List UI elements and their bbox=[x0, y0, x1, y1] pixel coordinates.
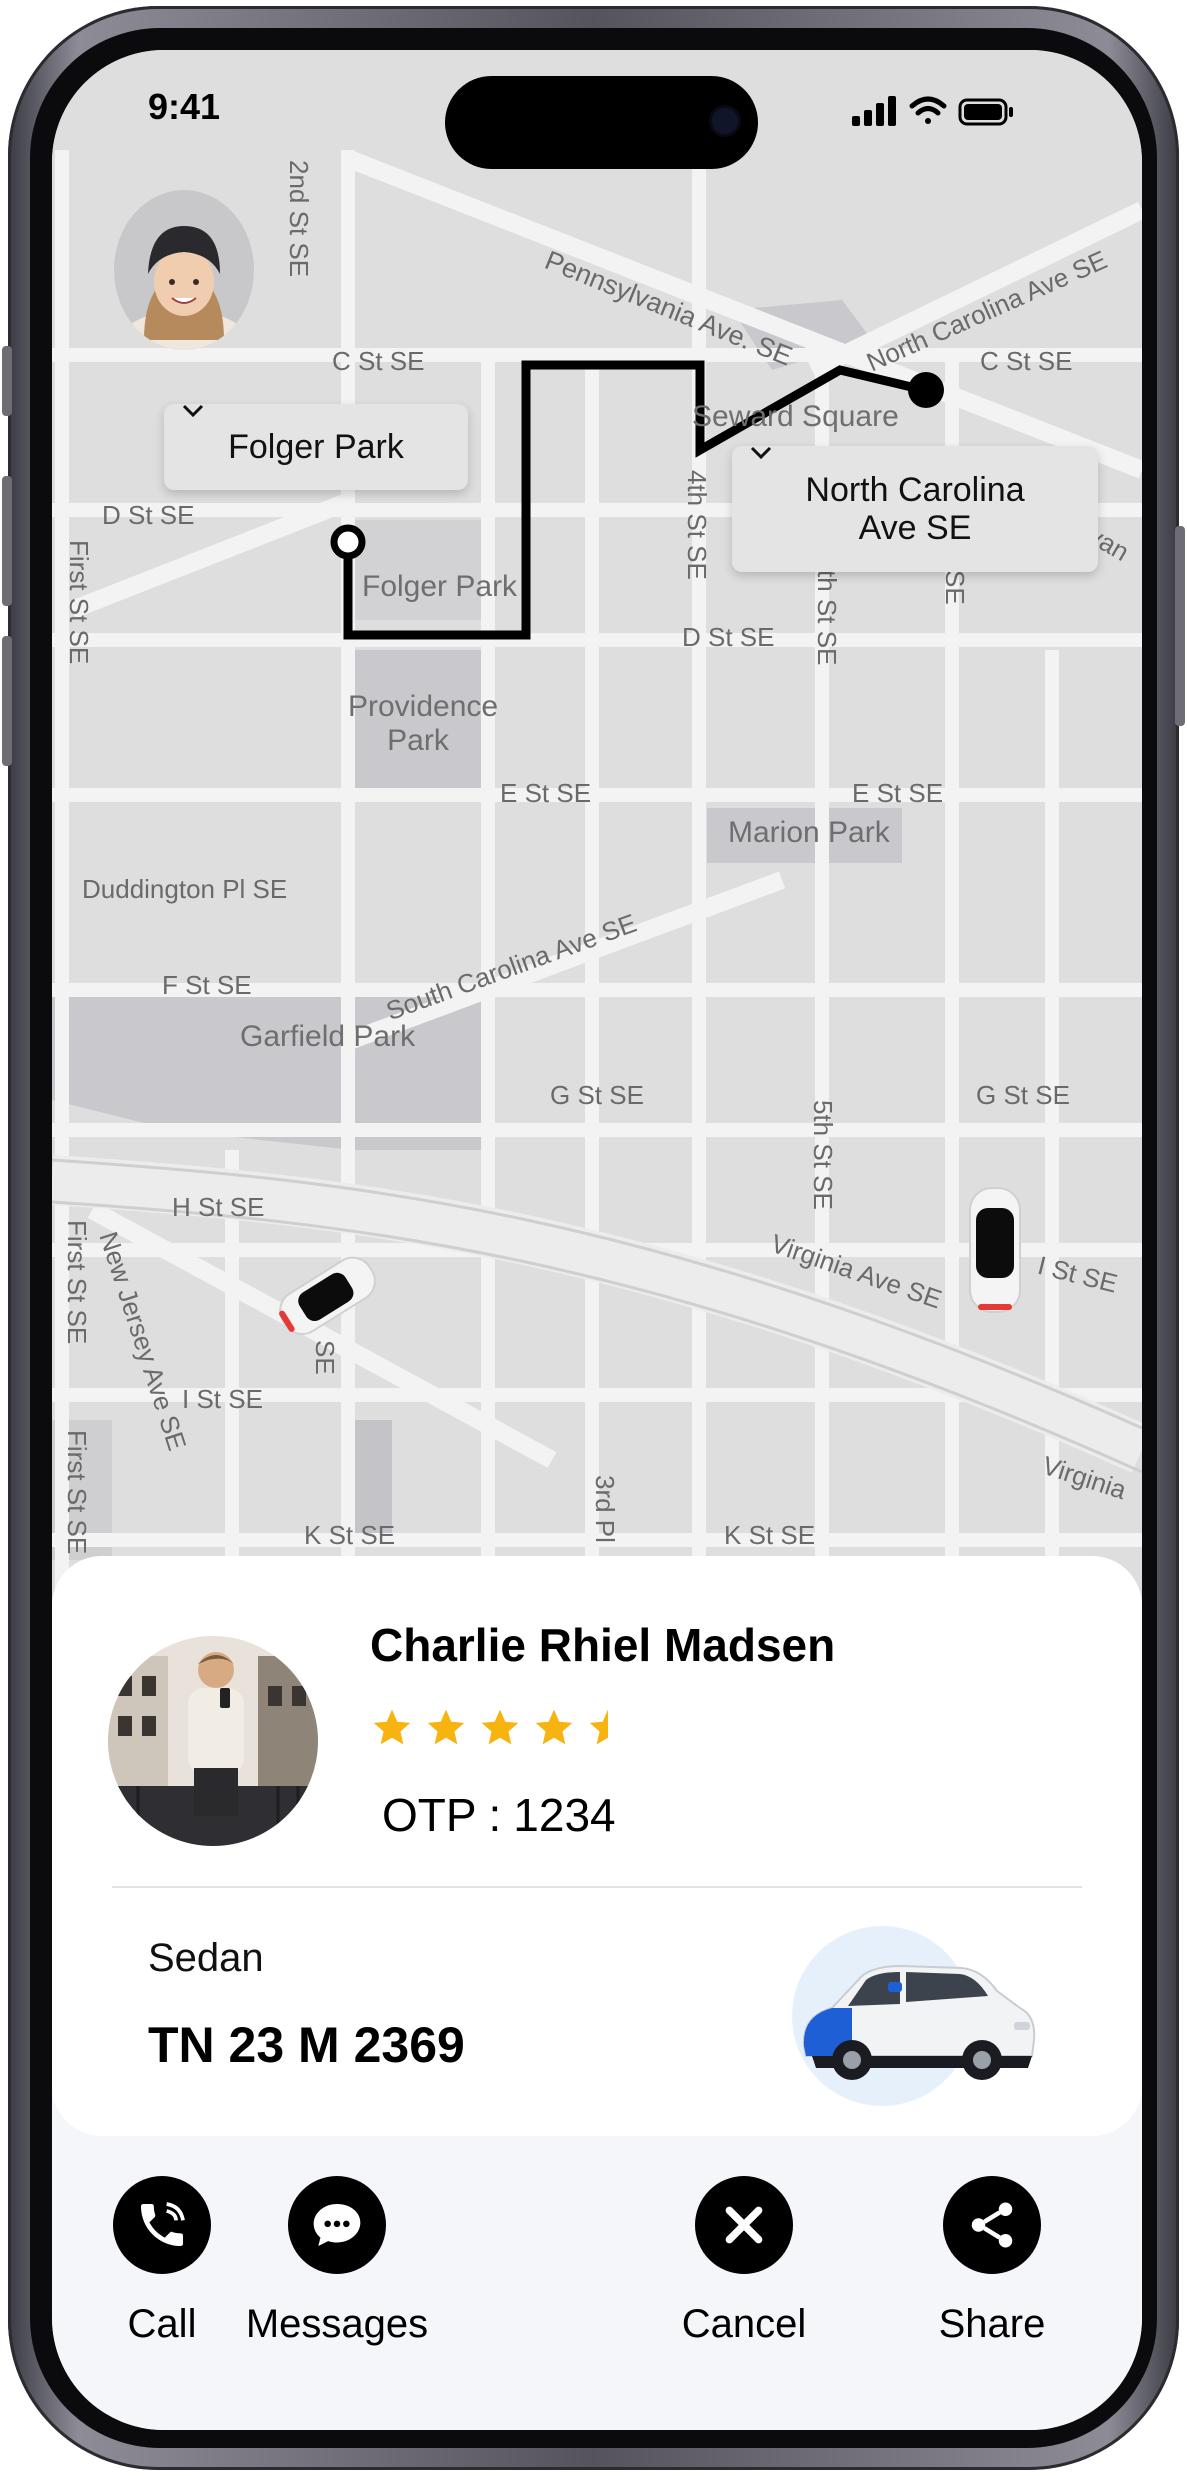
park-label: Marion Park bbox=[728, 816, 890, 849]
otp-value: 1234 bbox=[513, 1789, 616, 1841]
dropoff-location-label-line1: North Carolina bbox=[805, 471, 1025, 509]
close-icon bbox=[725, 2206, 763, 2244]
street-label: K St SE bbox=[304, 1520, 396, 1550]
message-icon bbox=[313, 2204, 361, 2246]
street-label: 3rd Pl bbox=[590, 1475, 620, 1543]
phone-frame: 2nd St SE Pennsylvania Ave. SE North Car… bbox=[2, 6, 1185, 2470]
share-button[interactable]: Share bbox=[912, 2176, 1072, 2347]
status-icons bbox=[852, 96, 1013, 126]
dropoff-location-label-line2: Ave SE bbox=[858, 509, 972, 547]
vehicle-plate: TN 23 M 2369 bbox=[148, 2017, 465, 2073]
driver-avatar[interactable] bbox=[108, 1636, 318, 1846]
street-label: 5th St SE bbox=[808, 1100, 838, 1210]
cancel-button[interactable]: Cancel bbox=[664, 2176, 824, 2347]
street-label: First St SE bbox=[62, 1220, 92, 1345]
street-label: SE bbox=[940, 570, 970, 605]
vehicle-illustration bbox=[792, 1926, 1036, 2106]
call-button-label: Call bbox=[127, 2302, 197, 2346]
signal-icon bbox=[852, 96, 896, 126]
street-label: SE bbox=[310, 1340, 340, 1375]
action-button bbox=[2, 346, 12, 416]
battery-icon bbox=[958, 98, 1013, 126]
street-label: Duddington Pl SE bbox=[82, 874, 288, 904]
vehicle-type: Sedan bbox=[148, 1936, 264, 1980]
driver-name: Charlie Rhiel Madsen bbox=[370, 1619, 836, 1671]
call-button[interactable]: Call bbox=[92, 2176, 232, 2347]
chevron-down-icon bbox=[750, 446, 772, 460]
dropoff-location-dropdown[interactable]: North Carolina Ave SE bbox=[732, 446, 1098, 572]
street-label: H St SE bbox=[172, 1192, 265, 1222]
dropoff-marker bbox=[908, 372, 944, 408]
share-icon bbox=[971, 2202, 1013, 2248]
street-label: 2nd St SE bbox=[284, 160, 314, 278]
power-button bbox=[1175, 526, 1185, 726]
share-button-circle bbox=[943, 2176, 1041, 2274]
phone-icon bbox=[141, 2202, 185, 2246]
cancel-button-label: Cancel bbox=[681, 2302, 807, 2346]
driver-rating bbox=[370, 1706, 630, 1754]
street-label: D St SE bbox=[102, 500, 195, 530]
street-label: First St SE bbox=[62, 1430, 92, 1555]
otp-display: OTP : 1234 bbox=[382, 1788, 616, 1842]
cancel-button-circle bbox=[695, 2176, 793, 2274]
half-star-icon bbox=[589, 1709, 627, 1745]
nearby-car-icon bbox=[969, 1187, 1021, 1313]
park-label: Providence Park bbox=[348, 690, 499, 757]
street-label: C St SE bbox=[980, 346, 1073, 376]
street-label: C St SE bbox=[332, 346, 425, 376]
street-label: E St SE bbox=[500, 778, 592, 808]
messages-button-label: Messages bbox=[245, 2302, 429, 2346]
chevron-down-icon bbox=[182, 404, 204, 418]
volume-up-button bbox=[2, 476, 12, 606]
ride-details-sheet: Charlie Rhiel Madsen OTP : 1234 Sedan TN… bbox=[52, 1556, 1142, 2430]
wifi-icon bbox=[909, 96, 947, 124]
park-label: Folger Park bbox=[362, 570, 518, 603]
status-time: 9:41 bbox=[148, 86, 221, 127]
nearby-car-icon bbox=[279, 1256, 376, 1335]
driver-card: Charlie Rhiel Madsen OTP : 1234 Sedan TN… bbox=[52, 1556, 1142, 2136]
star-icon bbox=[481, 1709, 519, 1745]
street-label: First St SE bbox=[64, 540, 94, 665]
map-view[interactable]: 2nd St SE Pennsylvania Ave. SE North Car… bbox=[52, 50, 1142, 1640]
street-label: 4th St SE bbox=[682, 470, 712, 580]
street-label: G St SE bbox=[550, 1080, 644, 1110]
share-button-label: Share bbox=[938, 2302, 1046, 2346]
star-icon bbox=[373, 1709, 411, 1745]
dynamic-island bbox=[445, 76, 758, 169]
star-icon bbox=[427, 1709, 465, 1745]
street-label: F St SE bbox=[162, 970, 252, 1000]
pickup-marker bbox=[330, 524, 366, 560]
street-label: K St SE bbox=[724, 1520, 816, 1550]
street-label: D St SE bbox=[682, 622, 775, 652]
screen: 2nd St SE Pennsylvania Ave. SE North Car… bbox=[52, 50, 1142, 2430]
street-label: E St SE bbox=[852, 778, 944, 808]
action-bar: Call Messages Cancel Share bbox=[52, 2156, 1142, 2356]
pickup-location-dropdown[interactable]: Folger Park bbox=[164, 404, 468, 490]
otp-label: OTP : bbox=[382, 1789, 502, 1841]
volume-down-button bbox=[2, 636, 12, 766]
street-label: I St SE bbox=[182, 1384, 263, 1414]
messages-button[interactable]: Messages bbox=[217, 2176, 457, 2347]
street-label: th St SE bbox=[812, 570, 842, 666]
camera-icon bbox=[712, 108, 738, 134]
park-label: Seward Square bbox=[692, 400, 899, 433]
call-button-circle bbox=[113, 2176, 211, 2274]
park-label: Garfield Park bbox=[240, 1020, 416, 1053]
star-icon bbox=[535, 1709, 573, 1745]
messages-button-circle bbox=[288, 2176, 386, 2274]
user-avatar[interactable] bbox=[114, 190, 254, 350]
divider bbox=[112, 1886, 1082, 1888]
pickup-location-label: Folger Park bbox=[228, 427, 404, 466]
street-label: G St SE bbox=[976, 1080, 1070, 1110]
